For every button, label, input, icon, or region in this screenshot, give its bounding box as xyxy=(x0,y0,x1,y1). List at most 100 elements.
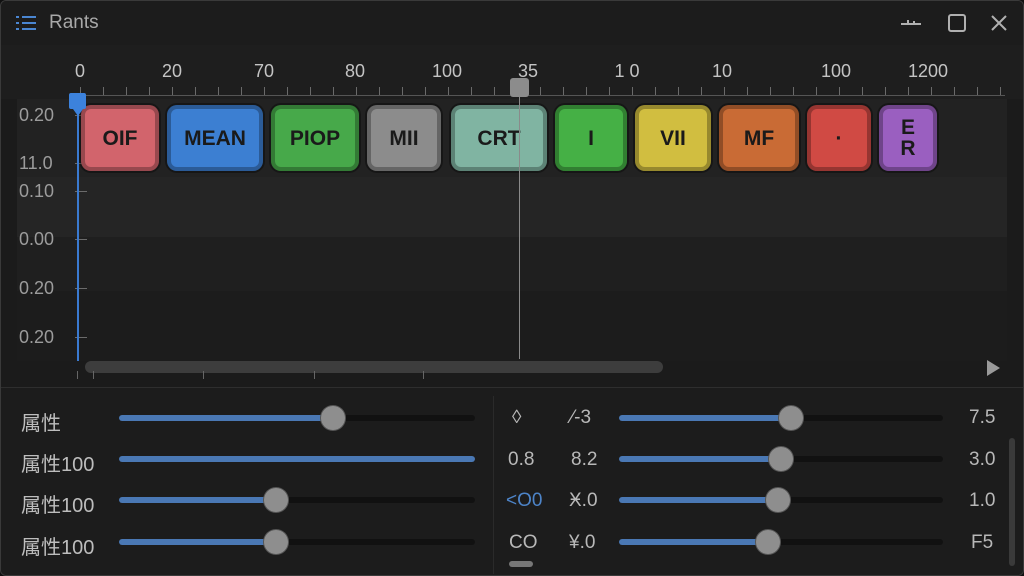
start-marker-handle[interactable] xyxy=(69,93,86,109)
clip-label: OIF xyxy=(102,126,138,150)
ruler-label: 10 xyxy=(711,61,733,81)
ruler-label: 100 xyxy=(820,61,852,81)
clip-crt[interactable]: CRT xyxy=(451,105,547,171)
scrollbar-tick xyxy=(203,371,204,379)
clip-er[interactable]: E R xyxy=(879,105,937,171)
ruler-label: 0 xyxy=(74,61,86,81)
property-label: 属性100 xyxy=(21,454,95,476)
mini-scroll-indicator[interactable] xyxy=(509,561,533,567)
property-label: Ӿ.0 xyxy=(569,490,598,511)
property-slider[interactable] xyxy=(619,488,943,512)
property-slider[interactable] xyxy=(119,447,475,471)
ruler-tick xyxy=(356,87,357,95)
window-title: Rants xyxy=(49,12,99,33)
slider-fill xyxy=(119,539,276,545)
clip-i[interactable]: I xyxy=(555,105,627,171)
ruler-tick xyxy=(885,87,886,95)
slider-knob[interactable] xyxy=(320,406,345,430)
ruler-baseline xyxy=(75,95,1005,96)
property-value: CO xyxy=(509,532,538,553)
property-slider[interactable] xyxy=(619,447,943,471)
ruler-tick xyxy=(379,87,380,95)
clip-mii[interactable]: MII xyxy=(367,105,441,171)
slider-knob[interactable] xyxy=(756,530,781,554)
clip-label: VII xyxy=(660,126,686,150)
clip-label: PIOP xyxy=(289,126,341,150)
scrollbar-tick xyxy=(77,371,78,379)
property-value: 0.8 xyxy=(508,449,535,470)
horizontal-scrollbar[interactable] xyxy=(75,357,1007,379)
scrollbar-tick xyxy=(314,371,315,379)
property-label: 属性100 xyxy=(21,537,95,559)
ruler-label: 1 0 xyxy=(614,61,640,81)
ruler-tick xyxy=(103,87,104,95)
property-slider[interactable] xyxy=(619,406,943,430)
property-value: <O0 xyxy=(506,490,543,511)
ruler-tick xyxy=(609,87,610,95)
ruler-tick xyxy=(563,87,564,95)
slider-fill xyxy=(619,415,791,421)
ruler-tick xyxy=(793,87,794,95)
properties-panel: 属性 属性100 属性100 属性100 ◊ 0.8 <O0 CO ⁄-3 8.… xyxy=(1,388,1023,575)
clip-vii[interactable]: VII xyxy=(635,105,711,171)
property-label: 属性 xyxy=(21,413,61,435)
slider-fill xyxy=(119,497,276,503)
ruler-tick xyxy=(977,87,978,95)
property-label: 属性100 xyxy=(21,495,95,517)
maximize-icon[interactable] xyxy=(945,11,969,35)
ruler-label: 80 xyxy=(344,61,366,81)
scrollbar-thumb[interactable] xyxy=(85,361,663,373)
ruler-tick xyxy=(586,87,587,95)
clip-dot[interactable]: · xyxy=(807,105,871,171)
property-value: 7.5 xyxy=(969,407,996,428)
slider-fill xyxy=(119,415,333,421)
ruler-tick xyxy=(218,87,219,95)
ruler-label: 20 xyxy=(161,61,183,81)
close-icon[interactable] xyxy=(987,11,1011,35)
property-slider[interactable] xyxy=(119,488,475,512)
y-axis-label: 11.0 xyxy=(19,153,53,173)
vertical-scrollbar[interactable] xyxy=(1009,438,1015,566)
ruler-tick xyxy=(287,87,288,95)
ruler-tick xyxy=(655,87,656,95)
ruler-tick xyxy=(931,87,932,95)
clip-oif[interactable]: OIF xyxy=(81,105,159,171)
ruler-tick xyxy=(195,87,196,95)
ruler-tick xyxy=(747,87,748,95)
slider-knob[interactable] xyxy=(263,530,288,554)
property-label: 8.2 xyxy=(571,449,598,470)
property-slider[interactable] xyxy=(119,530,475,554)
list-icon[interactable] xyxy=(15,13,37,33)
play-arrow-icon[interactable] xyxy=(987,360,1000,376)
property-value: 1.0 xyxy=(969,490,996,511)
clip-mf[interactable]: MF xyxy=(719,105,799,171)
ruler-tick xyxy=(816,87,817,95)
slider-knob[interactable] xyxy=(263,488,288,512)
ruler-tick xyxy=(126,87,127,95)
clip-mean[interactable]: MEAN xyxy=(167,105,263,171)
clip-label: MF xyxy=(743,126,775,150)
slider-knob[interactable] xyxy=(769,447,793,471)
property-value: 3.0 xyxy=(969,449,996,470)
slider-knob[interactable] xyxy=(765,488,790,512)
slider-fill xyxy=(119,456,475,462)
ruler-tick xyxy=(954,87,955,95)
clip-label: E R xyxy=(900,116,916,160)
ruler-label: 70 xyxy=(253,61,275,81)
playhead-handle[interactable] xyxy=(510,78,529,97)
start-marker-tip xyxy=(73,109,83,116)
minimize-icon[interactable] xyxy=(899,11,923,35)
ruler-tick xyxy=(701,87,702,95)
clip-label: CRT xyxy=(477,126,521,150)
property-slider[interactable] xyxy=(619,530,943,554)
clip-label: MEAN xyxy=(184,126,246,150)
ruler-tick xyxy=(632,87,633,95)
clip-label: MII xyxy=(389,126,419,150)
playhead-line xyxy=(519,91,520,359)
clip-piop[interactable]: PIOP xyxy=(271,105,359,171)
slider-knob[interactable] xyxy=(778,406,803,430)
property-slider[interactable] xyxy=(119,406,475,430)
ruler-tick xyxy=(1000,87,1001,95)
scrollbar-tick xyxy=(93,371,94,379)
track-band xyxy=(17,177,1007,237)
